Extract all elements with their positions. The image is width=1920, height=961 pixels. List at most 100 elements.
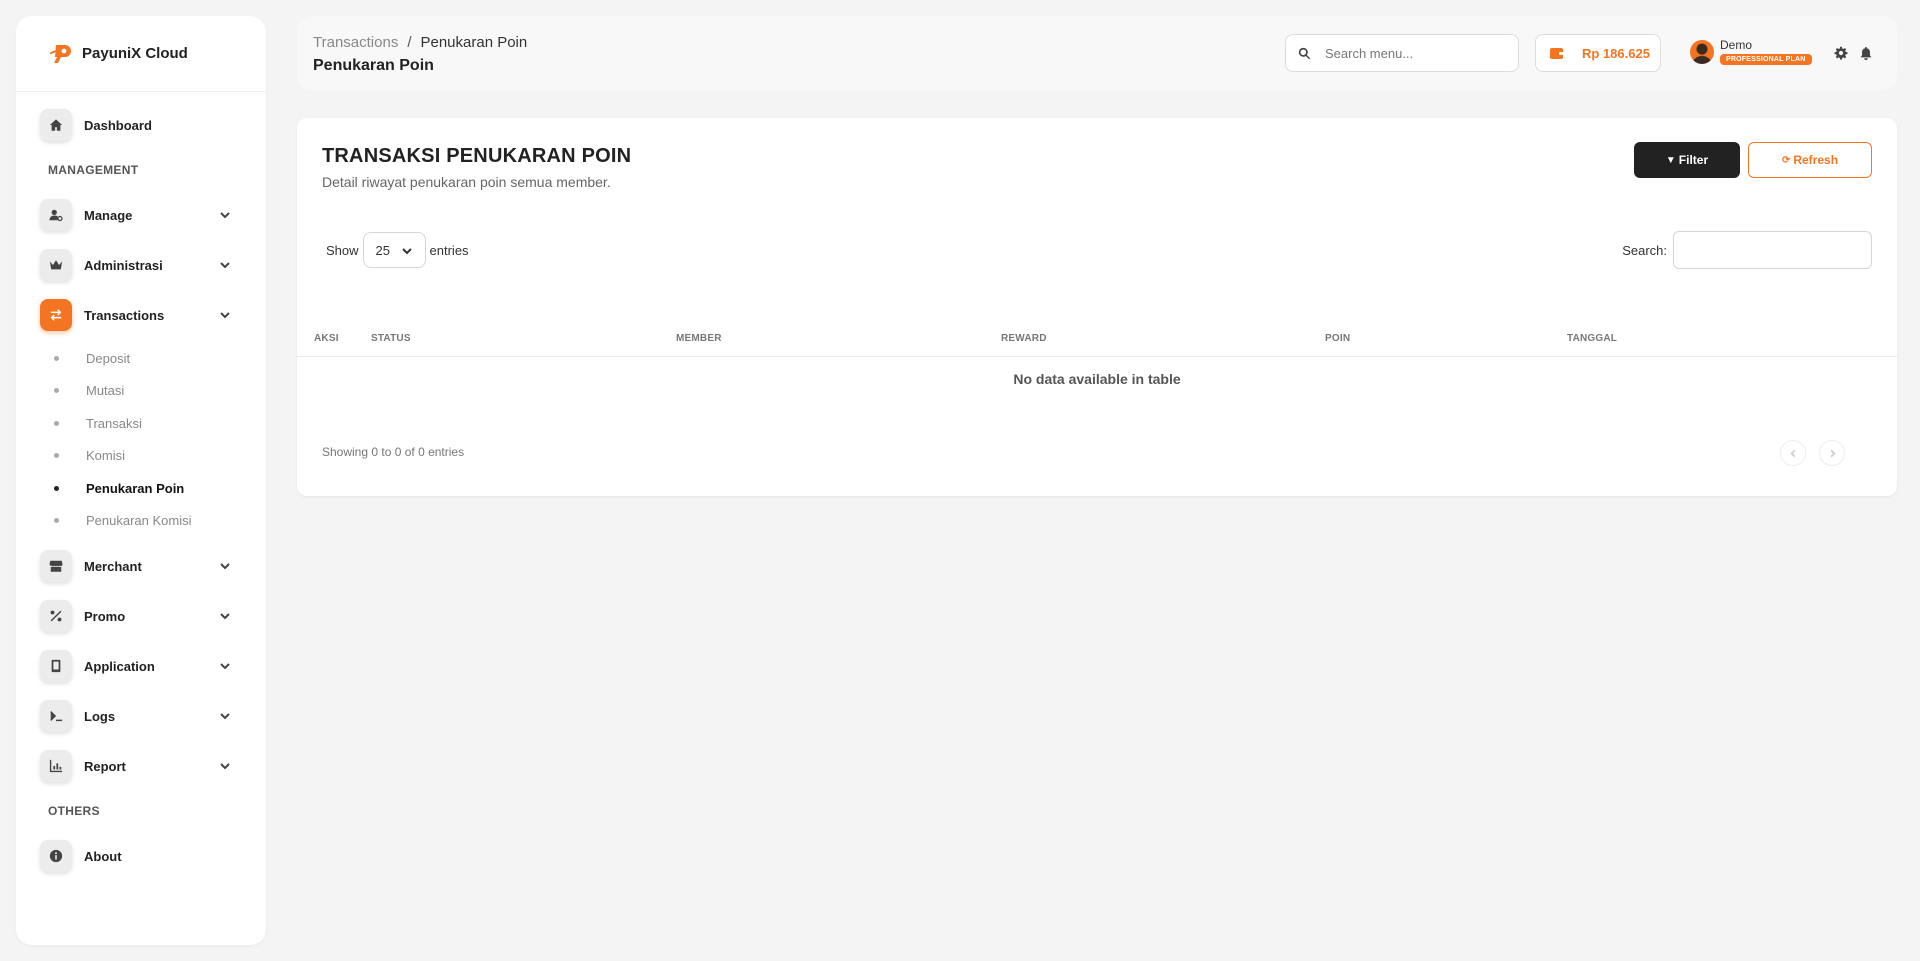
- wallet-icon: [1550, 47, 1563, 59]
- filter-button-label: Filter: [1678, 153, 1709, 167]
- card-subtitle: Detail riwayat penukaran poin semua memb…: [322, 174, 611, 190]
- chevron-right-icon: [1830, 449, 1836, 457]
- sidebar-item-promo[interactable]: Promo: [16, 591, 266, 641]
- crown-icon: [40, 249, 72, 281]
- sidebar-item-label: Manage: [84, 207, 133, 223]
- sidebar-item-merchant[interactable]: Merchant: [16, 541, 266, 591]
- table-info: Showing 0 to 0 of 0 entries: [322, 445, 465, 459]
- user-name: Demo: [1720, 38, 1753, 52]
- transactions-card: TRANSAKSI PENUKARAN POIN Detail riwayat …: [297, 118, 1897, 496]
- brand-name: PayuniX Cloud: [82, 45, 188, 62]
- sidebar-item-label: Application: [84, 658, 155, 674]
- submenu-item-label: Komisi: [86, 448, 126, 464]
- sidebar-item-label: Transactions: [84, 307, 165, 323]
- chevron-down-icon: [218, 709, 232, 723]
- table-search-input[interactable]: [1673, 231, 1872, 269]
- top-header: Transactions / Penukaran Poin Penukaran …: [297, 16, 1897, 90]
- sidebar-item-label: About: [84, 848, 122, 864]
- submenu-item-transaksi[interactable]: Transaksi: [16, 407, 266, 440]
- column-header-aksi[interactable]: AKSI: [314, 333, 339, 344]
- sidebar-item-label: Report: [84, 758, 126, 774]
- column-header-poin[interactable]: POIN: [1325, 333, 1350, 344]
- chevron-down-icon: [218, 659, 232, 673]
- bullet-icon: [54, 388, 59, 394]
- transactions-submenu: Deposit Mutasi Transaksi Komisi Penukara…: [16, 340, 266, 541]
- chevron-down-icon: [218, 208, 232, 222]
- sidebar-item-application[interactable]: Application: [16, 641, 266, 691]
- submenu-item-penukaran-komisi[interactable]: Penukaran Komisi: [16, 505, 266, 538]
- column-header-member[interactable]: MEMBER: [676, 333, 722, 344]
- search-menu-box: [1285, 34, 1519, 72]
- sidebar-item-label: Merchant: [84, 558, 142, 574]
- sidebar-item-label: Dashboard: [84, 117, 152, 133]
- column-header-status[interactable]: STATUS: [371, 333, 411, 344]
- sidebar-item-administrasi[interactable]: Administrasi: [16, 240, 266, 290]
- chart-bar-icon: [40, 750, 72, 782]
- sidebar-item-report[interactable]: Report: [16, 741, 266, 791]
- brand[interactable]: PayuniX Cloud: [16, 16, 266, 92]
- user-menu[interactable]: Demo PROFESSIONAL PLAN: [1690, 38, 1812, 65]
- bullet-icon: [54, 518, 59, 524]
- submenu-item-komisi[interactable]: Komisi: [16, 440, 266, 473]
- mobile-icon: [40, 650, 72, 682]
- sidebar-nav: Dashboard MANAGEMENT Manage Administrasi…: [16, 92, 266, 889]
- table-empty-message: No data available in table: [1013, 371, 1181, 387]
- balance-button[interactable]: Rp 186.625: [1535, 34, 1661, 72]
- table-search: Search:: [1622, 231, 1872, 269]
- section-title-management: MANAGEMENT: [48, 163, 139, 177]
- card-title: TRANSAKSI PENUKARAN POIN: [322, 145, 632, 167]
- sidebar-item-about[interactable]: About: [16, 831, 266, 881]
- show-label: Show: [326, 242, 359, 258]
- avatar: [1690, 39, 1714, 64]
- filter-icon: ▼: [1665, 154, 1676, 166]
- user-meta: Demo PROFESSIONAL PLAN: [1720, 38, 1812, 65]
- submenu-item-label: Transaksi: [86, 415, 142, 431]
- pagination-previous-button[interactable]: [1780, 440, 1806, 466]
- sidebar-item-manage[interactable]: Manage: [16, 190, 266, 240]
- submenu-item-label: Deposit: [86, 350, 131, 366]
- section-title-others: OTHERS: [48, 804, 100, 818]
- submenu-item-label: Mutasi: [86, 383, 125, 399]
- chevron-down-icon: [401, 248, 412, 255]
- entries-label: entries: [429, 242, 469, 258]
- sidebar-item-transactions[interactable]: Transactions: [16, 290, 266, 340]
- bullet-icon: [54, 485, 59, 491]
- submenu-item-mutasi[interactable]: Mutasi: [16, 375, 266, 408]
- chevron-down-icon: [218, 308, 232, 322]
- column-header-tanggal[interactable]: TANGGAL: [1567, 333, 1617, 344]
- page-title: Penukaran Poin: [313, 57, 434, 74]
- sidebar-item-label: Administrasi: [84, 257, 163, 273]
- sidebar-item-label: Logs: [84, 708, 116, 724]
- chevron-down-icon: [218, 258, 232, 272]
- submenu-item-deposit[interactable]: Deposit: [16, 342, 266, 375]
- info-icon: [40, 840, 72, 872]
- submenu-item-penukaran-poin[interactable]: Penukaran Poin: [16, 472, 266, 505]
- sidebar-item-logs[interactable]: Logs: [16, 691, 266, 741]
- entries-select-value: 25: [375, 242, 390, 258]
- entries-length-control: Show 25 entries: [326, 232, 469, 268]
- column-header-reward[interactable]: REWARD: [1001, 333, 1047, 344]
- search-icon: [1298, 47, 1311, 59]
- breadcrumb-link-transactions[interactable]: Transactions: [313, 34, 398, 51]
- search-menu-input[interactable]: [1325, 45, 1495, 61]
- user-gear-icon: [40, 199, 72, 231]
- bell-icon[interactable]: [1859, 46, 1873, 60]
- entries-select[interactable]: 25: [362, 232, 426, 268]
- gear-icon[interactable]: [1834, 46, 1848, 60]
- table-search-label: Search:: [1622, 242, 1667, 258]
- bullet-icon: [54, 420, 59, 426]
- bullet-icon: [54, 453, 59, 459]
- chevron-down-icon: [218, 559, 232, 573]
- home-icon: [40, 109, 72, 141]
- breadcrumb-separator: /: [407, 34, 412, 51]
- payunix-logo-icon: [48, 40, 76, 68]
- store-icon: [40, 550, 72, 582]
- pagination-next-button[interactable]: [1819, 440, 1845, 466]
- refresh-button[interactable]: ⟳ Refresh: [1748, 142, 1872, 178]
- plan-badge: PROFESSIONAL PLAN: [1720, 54, 1812, 65]
- bullet-icon: [54, 355, 59, 361]
- sidebar-item-dashboard[interactable]: Dashboard: [16, 100, 266, 150]
- refresh-button-label: Refresh: [1793, 153, 1839, 167]
- filter-button[interactable]: ▼ Filter: [1634, 142, 1740, 178]
- submenu-item-label: Penukaran Komisi: [86, 513, 192, 529]
